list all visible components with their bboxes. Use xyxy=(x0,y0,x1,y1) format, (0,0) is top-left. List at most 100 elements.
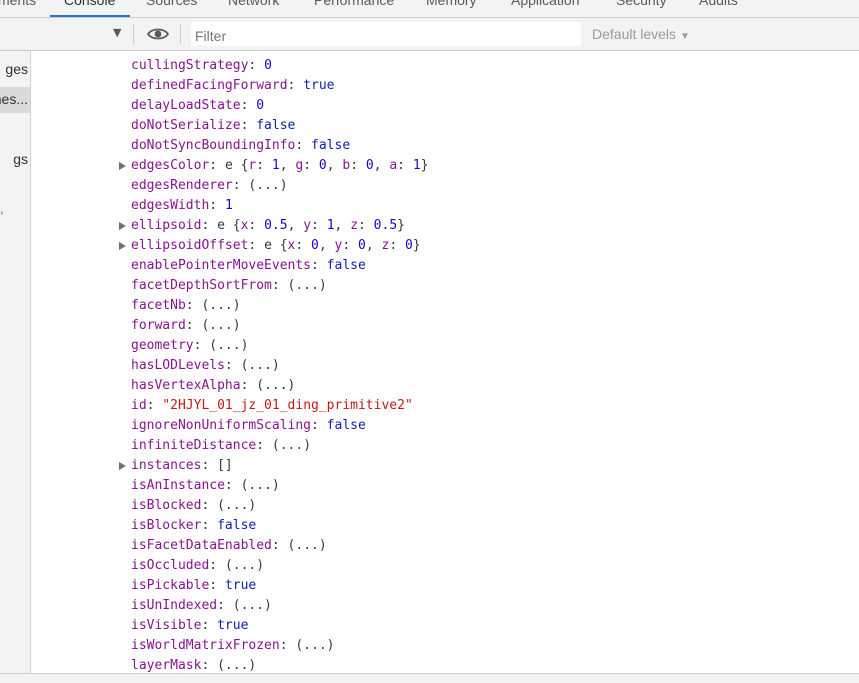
property-key: facetDepthSortFrom xyxy=(131,278,272,293)
property-value[interactable]: (...) xyxy=(209,338,248,353)
property-value[interactable]: (...) xyxy=(225,558,264,573)
property-key: geometry xyxy=(131,338,194,353)
log-levels-dropdown[interactable]: Default levels ▼ xyxy=(592,26,690,42)
property-value[interactable]: (...) xyxy=(295,638,334,653)
sidebar-item-user-messages[interactable]: nes... xyxy=(0,87,30,113)
property-value[interactable]: (...) xyxy=(241,478,280,493)
property-row: enablePointerMoveEvents: false xyxy=(131,256,366,276)
property-value: e {x: 0.5, y: 1, z: 0.5} xyxy=(217,218,405,233)
tab-audits[interactable]: Audits xyxy=(699,0,738,8)
eye-icon[interactable] xyxy=(146,26,170,45)
object-field-key: b xyxy=(342,158,351,173)
object-class: e { xyxy=(217,218,241,233)
tab-application[interactable]: Application xyxy=(511,0,580,8)
object-field-value: 0 xyxy=(358,238,366,253)
expand-triangle-icon[interactable] xyxy=(119,242,126,250)
property-key: edgesColor xyxy=(131,158,210,173)
property-key: infiniteDistance xyxy=(131,438,257,453)
property-key: isPickable xyxy=(131,578,210,593)
property-separator: , xyxy=(334,218,351,233)
property-separator: : xyxy=(240,378,257,393)
property-value[interactable]: (...) xyxy=(272,438,311,453)
object-class: e { xyxy=(264,238,288,253)
property-separator: : xyxy=(240,98,257,113)
property-value: 0 xyxy=(256,98,265,113)
expand-triangle-icon[interactable] xyxy=(119,162,126,170)
property-key: isWorldMatrixFrozen xyxy=(131,638,280,653)
property-key: hasLODLevels xyxy=(131,358,225,373)
property-value: "2HJYL_01_jz_01_ding_primitive2" xyxy=(162,398,413,413)
property-row: cullingStrategy: 0 xyxy=(131,56,272,76)
sidebar-item-messages[interactable]: ges xyxy=(0,57,30,83)
property-key: layerMask xyxy=(131,658,202,673)
property-separator: , xyxy=(326,158,343,173)
sidebar-item-label: nes... xyxy=(0,91,28,107)
property-value[interactable]: (...) xyxy=(217,658,256,673)
property-key: isVisible xyxy=(131,618,202,633)
object-field-value: 0 xyxy=(404,238,413,253)
console-output[interactable]: cullingStrategy: 0 definedFacingForward: … xyxy=(31,51,859,673)
tab-elements[interactable]: ments xyxy=(0,0,36,8)
property-separator: : xyxy=(217,598,233,613)
property-value[interactable]: (...) xyxy=(217,498,256,513)
property-separator: : xyxy=(209,578,225,593)
property-value[interactable]: (...) xyxy=(256,378,295,393)
sidebar-fragment: , xyxy=(0,201,4,216)
property-value: 0 xyxy=(264,58,272,73)
property-separator: : xyxy=(311,418,327,433)
property-separator: , xyxy=(279,158,296,173)
sidebar-item-warnings[interactable]: gs xyxy=(0,147,30,173)
expand-triangle-icon[interactable] xyxy=(119,462,126,470)
tab-memory[interactable]: Memory xyxy=(426,0,477,8)
property-row[interactable]: ellipsoid: e {x: 0.5, y: 1, z: 0.5} xyxy=(131,216,405,236)
object-field-value: 0.5 xyxy=(373,218,398,233)
property-value[interactable]: (...) xyxy=(288,278,327,293)
property-separator: : xyxy=(350,158,366,173)
object-field-value: 0 xyxy=(311,238,319,253)
active-tab-indicator xyxy=(50,15,130,17)
object-field-key: a xyxy=(389,158,398,173)
property-separator: : xyxy=(248,218,265,233)
property-row[interactable]: instances: [] xyxy=(131,456,233,476)
property-value: true xyxy=(217,618,249,633)
expand-triangle-icon[interactable] xyxy=(119,222,126,230)
property-key: cullingStrategy xyxy=(131,58,249,73)
property-row: ignoreNonUniformScaling: false xyxy=(131,416,366,436)
property-row[interactable]: edgesColor: e {r: 1, g: 0, b: 0, a: 1} xyxy=(131,156,428,176)
property-separator: : xyxy=(397,158,413,173)
sidebar-item-label: gs xyxy=(13,151,28,167)
object-close: } xyxy=(397,218,405,233)
tab-sources[interactable]: Sources xyxy=(146,0,197,8)
property-key: ellipsoid xyxy=(131,218,202,233)
property-row: isUnIndexed: (...) xyxy=(131,596,272,616)
property-key: ellipsoidOffset xyxy=(131,238,249,253)
object-close: } xyxy=(412,238,421,253)
property-separator: : xyxy=(193,338,210,353)
property-value[interactable]: (...) xyxy=(241,358,280,373)
property-value[interactable]: (...) xyxy=(248,178,287,193)
property-row[interactable]: ellipsoidOffset: e {x: 0, y: 0, z: 0} xyxy=(131,236,421,256)
tab-security[interactable]: Security xyxy=(616,0,667,8)
property-separator: , xyxy=(318,238,335,253)
property-row: isBlocker: false xyxy=(131,516,256,536)
property-value[interactable]: (...) xyxy=(233,598,272,613)
property-value[interactable]: (...) xyxy=(201,298,240,313)
property-value[interactable]: (...) xyxy=(201,318,240,333)
tab-console[interactable]: Console xyxy=(64,0,115,8)
property-row: infiniteDistance: (...) xyxy=(131,436,311,456)
tab-network[interactable]: Network xyxy=(228,0,279,8)
property-separator: : xyxy=(311,258,327,273)
tab-performance[interactable]: Performance xyxy=(314,0,394,8)
property-value[interactable]: (...) xyxy=(288,538,327,553)
object-field-value: 1 xyxy=(271,158,280,173)
property-key: forward xyxy=(131,318,186,333)
property-value: 1 xyxy=(224,198,233,213)
property-separator: : xyxy=(271,278,288,293)
filter-input[interactable] xyxy=(191,22,581,46)
context-dropdown-button[interactable]: ▼ xyxy=(113,26,121,39)
property-key: enablePointerMoveEvents xyxy=(131,258,312,273)
object-field-value: 0.5 xyxy=(264,218,288,233)
property-separator: , xyxy=(373,158,390,173)
property-key: edgesRenderer xyxy=(131,178,233,193)
property-key: doNotSerialize xyxy=(131,118,241,133)
